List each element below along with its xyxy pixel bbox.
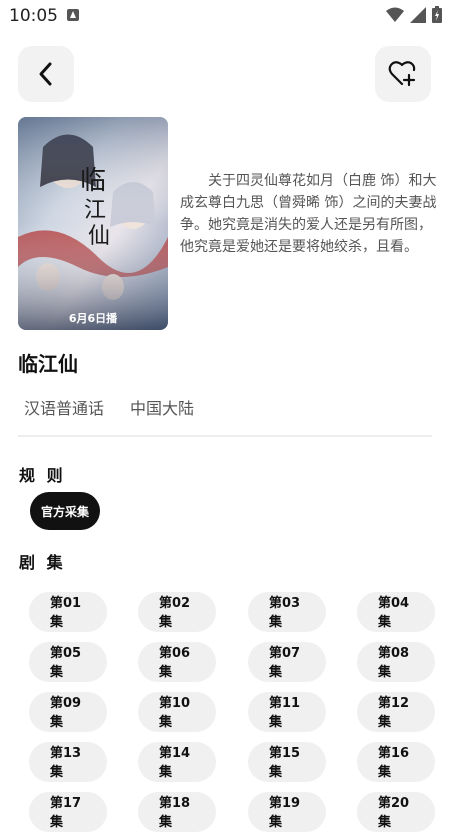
episode-chip[interactable]: 第09集 xyxy=(29,692,107,732)
status-icons xyxy=(386,6,442,23)
status-time: 10:05 xyxy=(9,6,58,26)
episode-label: 第08集 xyxy=(378,646,410,680)
poster-image[interactable]: 临 江 仙 6月6日播 xyxy=(18,117,168,330)
episode-chip[interactable]: 第12集 xyxy=(357,692,435,732)
signal-icon xyxy=(410,6,426,23)
show-title: 临江仙 xyxy=(18,352,78,376)
episode-label: 第09集 xyxy=(50,696,82,730)
episode-label: 第12集 xyxy=(378,696,410,730)
episode-chip[interactable]: 第07集 xyxy=(248,642,326,682)
episode-chip[interactable]: 第13集 xyxy=(29,742,107,782)
back-button[interactable] xyxy=(18,46,74,102)
add-favorite-button[interactable] xyxy=(375,46,431,102)
episode-chip[interactable]: 第04集 xyxy=(357,592,435,632)
episode-chip[interactable]: 第08集 xyxy=(357,642,435,682)
poster-date-label: 6月6日播 xyxy=(68,312,118,325)
episode-chip[interactable]: 第11集 xyxy=(248,692,326,732)
svg-text:江: 江 xyxy=(84,198,106,223)
episode-chip[interactable]: 第17集 xyxy=(29,792,107,832)
episode-chip[interactable]: 第20集 xyxy=(357,792,435,832)
episode-chip[interactable]: 第19集 xyxy=(248,792,326,832)
heart-plus-icon xyxy=(388,61,416,87)
episode-label: 第01集 xyxy=(50,596,82,630)
episode-label: 第18集 xyxy=(159,796,191,830)
episode-chip[interactable]: 第15集 xyxy=(248,742,326,782)
episode-chip[interactable]: 第01集 xyxy=(29,592,107,632)
episode-chip[interactable]: 第16集 xyxy=(357,742,435,782)
wifi-icon xyxy=(386,7,404,22)
episode-label: 第04集 xyxy=(378,596,410,630)
battery-icon xyxy=(432,6,442,23)
chevron-left-icon xyxy=(39,62,52,86)
episode-chip[interactable]: 第10集 xyxy=(138,692,216,732)
notification-app-icon xyxy=(67,9,79,21)
episode-label: 第03集 xyxy=(269,596,301,630)
episode-label: 第07集 xyxy=(269,646,301,680)
episode-chip[interactable]: 第03集 xyxy=(248,592,326,632)
episode-label: 第11集 xyxy=(269,696,301,730)
episode-chip[interactable]: 第18集 xyxy=(138,792,216,832)
tag-region: 中国大陆 xyxy=(130,399,195,418)
episode-label: 第13集 xyxy=(50,746,82,780)
episode-label: 第19集 xyxy=(269,796,301,830)
poster-artwork: 临 江 仙 xyxy=(18,117,168,330)
episodes-heading: 剧 集 xyxy=(19,553,66,572)
episode-label: 第14集 xyxy=(159,746,191,780)
svg-text:临: 临 xyxy=(80,166,106,196)
episode-label: 第10集 xyxy=(159,696,191,730)
episode-label: 第02集 xyxy=(159,596,191,630)
tag-list: 汉语普通话 中国大陆 xyxy=(24,395,194,419)
status-bar: 10:05 xyxy=(0,0,450,32)
episode-label: 第17集 xyxy=(50,796,82,830)
episode-label: 第20集 xyxy=(378,796,410,830)
episode-chip[interactable]: 第02集 xyxy=(138,592,216,632)
episode-label: 第06集 xyxy=(159,646,191,680)
tag-language: 汉语普通话 xyxy=(24,399,105,418)
episode-chip[interactable]: 第06集 xyxy=(138,642,216,682)
episode-label: 第05集 xyxy=(50,646,82,680)
synopsis-text: 关于四灵仙尊花如月（白鹿 饰）和大成玄尊白九思（曾舜晞 饰）之间的夫妻战争。她究… xyxy=(180,173,437,255)
rule-chip-official[interactable]: 官方采集 xyxy=(30,492,100,530)
episode-label: 第16集 xyxy=(378,746,410,780)
episode-chip[interactable]: 第14集 xyxy=(138,742,216,782)
episode-label: 第15集 xyxy=(269,746,301,780)
rules-heading: 规 则 xyxy=(19,466,66,485)
svg-text:仙: 仙 xyxy=(88,224,110,249)
divider xyxy=(18,435,432,437)
episode-chip[interactable]: 第05集 xyxy=(29,642,107,682)
